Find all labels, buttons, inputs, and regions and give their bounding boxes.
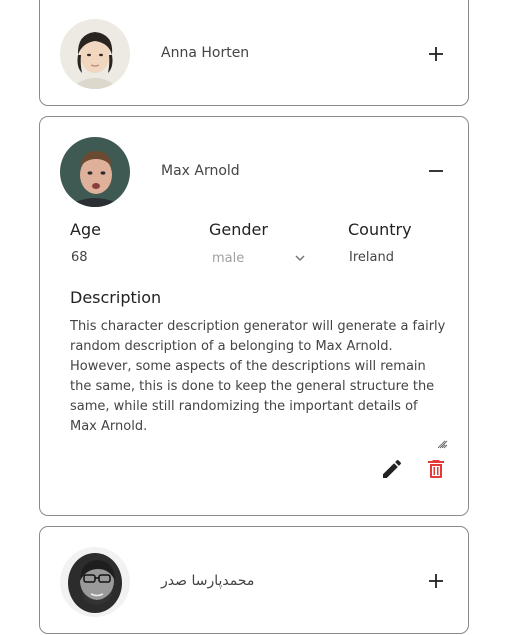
avatar[interactable]	[60, 547, 130, 617]
user-card-expanded: Max Arnold Age 68 Gender male Country Ir…	[39, 116, 469, 516]
avatar[interactable]	[60, 19, 130, 89]
country-label: Country	[348, 220, 412, 239]
plus-icon	[429, 47, 443, 61]
avatar[interactable]	[60, 137, 130, 207]
expand-button[interactable]	[425, 43, 447, 65]
minus-icon	[429, 170, 443, 172]
user-card: Anna Horten	[39, 0, 469, 106]
age-value[interactable]: 68	[71, 250, 88, 265]
expand-button[interactable]	[425, 570, 447, 592]
delete-button[interactable]	[424, 457, 448, 481]
edit-button[interactable]	[380, 457, 404, 481]
avatar-image	[60, 19, 130, 89]
collapse-button[interactable]	[425, 160, 447, 182]
description-label: Description	[70, 288, 162, 307]
pencil-icon	[383, 459, 402, 478]
gender-label: Gender	[209, 220, 268, 239]
age-label: Age	[70, 220, 101, 239]
avatar-image	[60, 137, 130, 207]
user-name: محمدپارسا صدر	[161, 573, 255, 589]
gender-value: male	[212, 250, 245, 266]
gender-select[interactable]: male	[212, 247, 308, 269]
country-value[interactable]: Ireland	[349, 250, 394, 265]
user-name: Max Arnold	[161, 163, 240, 179]
user-name: Anna Horten	[161, 45, 250, 61]
trash-icon	[428, 460, 444, 478]
user-card: محمدپارسا صدر	[39, 526, 469, 634]
avatar-image	[60, 547, 130, 617]
description-textarea[interactable]: This character description generator wil…	[70, 317, 446, 449]
plus-icon	[429, 574, 443, 588]
chevron-down-icon	[294, 252, 306, 264]
